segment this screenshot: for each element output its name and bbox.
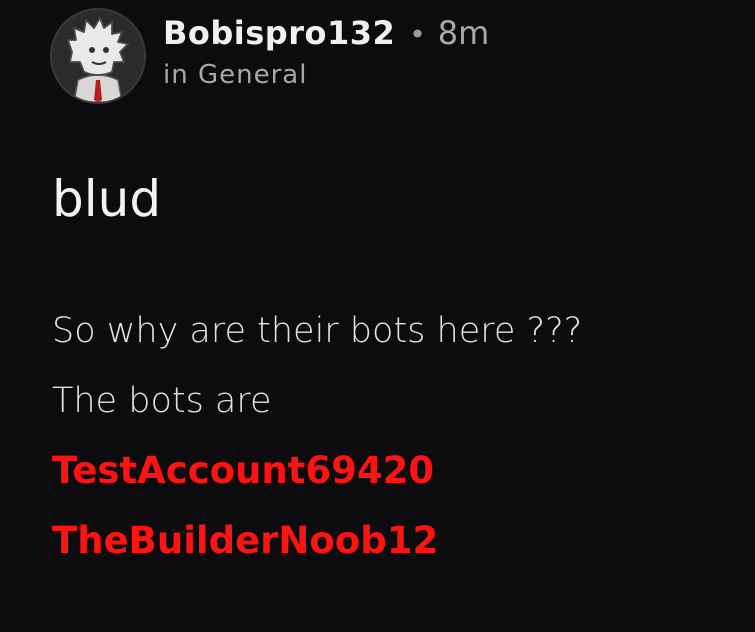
post-category[interactable]: in General — [163, 60, 489, 90]
separator-dot: • — [409, 18, 426, 51]
avatar[interactable] — [50, 8, 146, 104]
avatar-character-icon — [52, 10, 144, 102]
body-line: The bots are — [52, 381, 272, 421]
post-header: Bobispro132 • 8m in General — [50, 8, 489, 104]
post-time: 8m — [437, 14, 490, 52]
body-line: So why are their bots here ??? — [52, 311, 583, 351]
meta-top: Bobispro132 • 8m — [163, 14, 489, 52]
post-title: blud — [52, 170, 162, 228]
user-mention[interactable]: TestAccount69420 — [52, 443, 582, 513]
post-meta: Bobispro132 • 8m in General — [163, 14, 489, 90]
author-name[interactable]: Bobispro132 — [163, 14, 395, 52]
user-mention[interactable]: TheBuilderNoob12 — [52, 513, 582, 583]
post-body: So why are their bots here ??? The bots … — [52, 303, 582, 583]
forum-post: Bobispro132 • 8m in General blud So why … — [0, 0, 755, 632]
